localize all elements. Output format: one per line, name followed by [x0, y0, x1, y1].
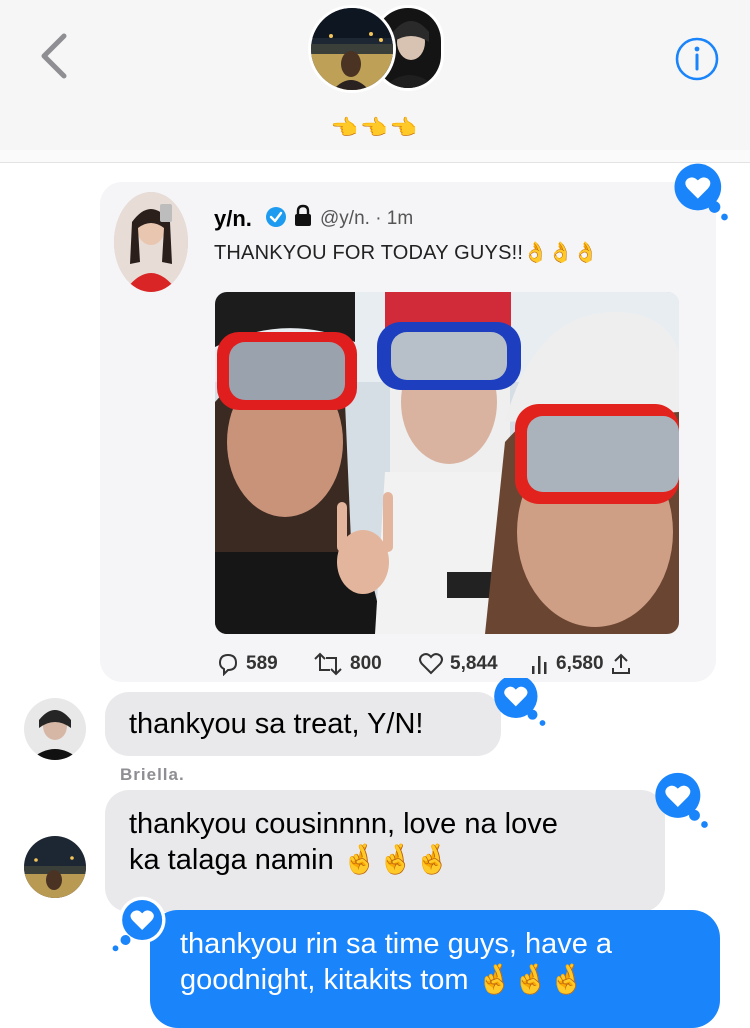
retweet-stat[interactable]: 800 — [312, 652, 382, 676]
heart-tapback-icon[interactable] — [672, 162, 732, 222]
message-text-line: thankyou cousinnnn, love na love — [129, 808, 558, 840]
heart-tapback-icon[interactable] — [108, 895, 168, 955]
like-stat[interactable]: 5,844 — [418, 652, 498, 676]
sender-avatar[interactable] — [24, 698, 86, 760]
group-avatar-1[interactable] — [308, 5, 396, 93]
tweet-photo[interactable] — [215, 292, 679, 634]
like-icon — [419, 653, 443, 675]
incoming-message[interactable]: thankyou cousinnnn, love na love ka tala… — [105, 790, 665, 912]
views-stat[interactable]: 6,580 — [530, 652, 632, 676]
heart-tapback-icon[interactable] — [652, 772, 712, 832]
info-icon[interactable] — [674, 36, 720, 82]
lock-icon — [295, 204, 311, 226]
tweet-author-name[interactable]: y/n. — [214, 206, 252, 232]
heart-tapback-icon[interactable] — [490, 678, 550, 738]
tweet-stats: 589 800 5,844 6,580 — [212, 652, 652, 678]
chevron-left-icon[interactable] — [34, 30, 74, 82]
tweet-author-avatar[interactable] — [114, 192, 188, 292]
views-icon — [532, 656, 547, 674]
conversation-header: 👈👈👈 — [0, 0, 750, 151]
outgoing-message[interactable]: thankyou rin sa time guys, have a goodni… — [150, 910, 720, 1028]
message-text-line: thankyou rin sa time guys, have a — [180, 928, 613, 960]
sender-name: Briella. — [120, 765, 185, 784]
header-divider — [0, 150, 750, 163]
retweet-icon — [314, 652, 342, 676]
reply-stat[interactable]: 589 — [216, 652, 278, 676]
sender-avatar[interactable] — [24, 836, 86, 898]
retweet-count: 800 — [350, 653, 382, 674]
share-icon[interactable] — [610, 652, 632, 676]
like-count: 5,844 — [450, 653, 498, 674]
reply-count: 589 — [246, 653, 278, 674]
reply-icon — [218, 653, 238, 676]
message-text-line: goodnight, kitakits tom 🤞🤞🤞 — [180, 964, 585, 996]
tweet-handle-time: @y/n. · 1m — [320, 208, 414, 229]
incoming-message[interactable]: thankyou sa treat, Y/N! — [105, 692, 501, 756]
views-count: 6,580 — [556, 653, 604, 674]
message-text: thankyou sa treat, Y/N! — [129, 708, 424, 740]
shared-tweet-card[interactable]: y/n. @y/n. · 1m THANKYOU FOR TODAY GUYS!… — [100, 182, 716, 682]
verified-icon — [266, 207, 286, 227]
tweet-text: THANKYOU FOR TODAY GUYS!!👌👌👌 — [214, 242, 599, 264]
message-text-line: ka talaga namin 🤞🤞🤞 — [129, 844, 451, 876]
group-name[interactable]: 👈👈👈 — [0, 115, 750, 141]
